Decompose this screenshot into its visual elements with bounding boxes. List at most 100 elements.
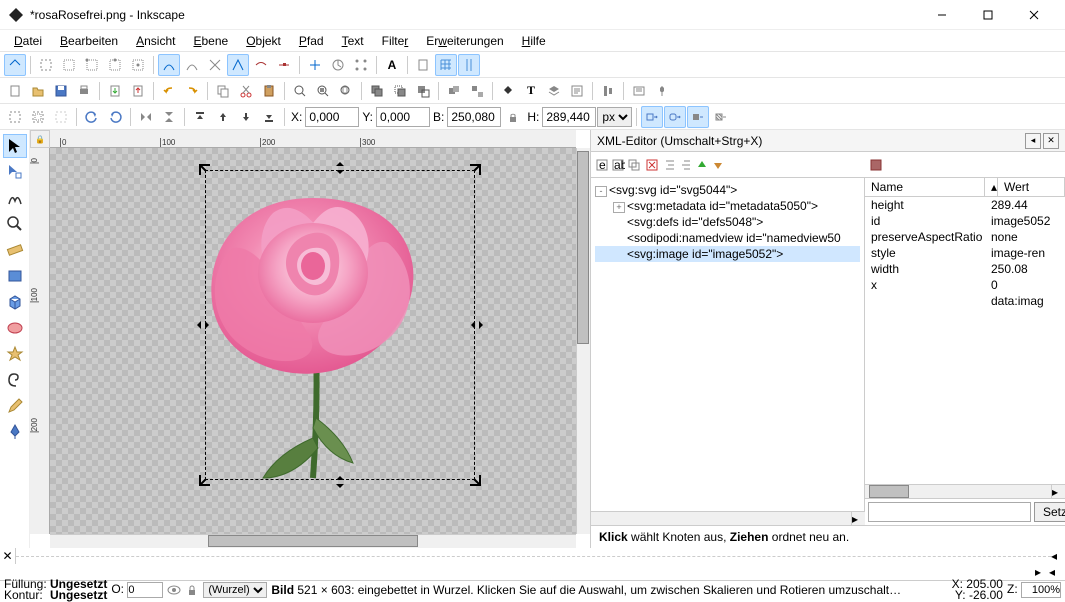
stroke-value[interactable]: Ungesetzt (50, 588, 107, 602)
layers-button[interactable] (543, 80, 565, 102)
ruler-vertical[interactable]: 0 100 200 (30, 148, 50, 534)
snap-guide-button[interactable] (458, 54, 480, 76)
duplicate-button[interactable] (366, 80, 388, 102)
menu-hilfe[interactable]: Hilfe (514, 32, 554, 50)
x-input[interactable] (305, 107, 359, 127)
raise-top-button[interactable] (189, 106, 211, 128)
menu-ansicht[interactable]: Ansicht (128, 32, 183, 50)
xml-attr-row[interactable]: width250.08 (865, 261, 1065, 277)
xml-new-text-button[interactable]: ab (611, 158, 625, 172)
scale-handle-sw[interactable] (198, 473, 212, 487)
snap-intersect-button[interactable] (204, 54, 226, 76)
doc-prefs-button[interactable] (651, 80, 673, 102)
selection-box[interactable] (205, 170, 475, 480)
canvas-scrollbar-v[interactable] (576, 148, 590, 534)
import-button[interactable] (104, 80, 126, 102)
ruler-corner[interactable]: 🔒 (30, 130, 50, 148)
snap-path-button[interactable] (181, 54, 203, 76)
snap-bbox-mid-button[interactable] (104, 54, 126, 76)
snap-smooth-button[interactable] (250, 54, 272, 76)
panel-minimize-button[interactable]: ◂ (1025, 133, 1041, 149)
h-input[interactable] (542, 107, 596, 127)
rotate-ccw-button[interactable] (81, 106, 103, 128)
xml-node[interactable]: <sodipodi:namedview id="namedview50 (595, 230, 860, 246)
scale-handle-e[interactable] (470, 318, 484, 332)
y-input[interactable] (376, 107, 430, 127)
palette-scroll-left[interactable]: ◂ (1051, 549, 1065, 563)
zoom-fit-button[interactable] (289, 80, 311, 102)
snap-grid-button[interactable] (435, 54, 457, 76)
layer-select[interactable]: (Wurzel) (203, 582, 267, 598)
transform-stroke-button[interactable] (641, 106, 663, 128)
text-dialog-button[interactable]: T (520, 80, 542, 102)
raise-button[interactable] (212, 106, 234, 128)
ruler-horizontal[interactable]: 0 100 200 300 (50, 130, 576, 148)
xml-attr-row[interactable]: preserveAspectRationone (865, 229, 1065, 245)
xml-node[interactable]: +<svg:metadata id="metadata5050"> (595, 198, 860, 214)
xml-attr-list[interactable]: height289.44idimage5052preserveAspectRat… (865, 197, 1065, 484)
redo-button[interactable] (181, 80, 203, 102)
copy-button[interactable] (212, 80, 234, 102)
close-button[interactable] (1011, 1, 1057, 29)
snap-center-button[interactable] (304, 54, 326, 76)
rect-tool[interactable] (3, 264, 27, 288)
xml-unindent-button[interactable] (679, 158, 693, 172)
attr-header-name[interactable]: Name (865, 178, 985, 196)
menu-bearbeiten[interactable]: Bearbeiten (52, 32, 126, 50)
palette-menu-button[interactable]: ◂ (1049, 565, 1063, 579)
3dbox-tool[interactable] (3, 290, 27, 314)
snap-bbox-corner-button[interactable] (81, 54, 103, 76)
transform-corners-button[interactable] (664, 106, 686, 128)
snap-bbox-center-button[interactable] (127, 54, 149, 76)
menu-objekt[interactable]: Objekt (238, 32, 289, 50)
snap-text-baseline-button[interactable]: A (381, 54, 403, 76)
menu-ebene[interactable]: Ebene (185, 32, 236, 50)
xml-attr-row[interactable]: x0 (865, 277, 1065, 293)
scale-handle-se[interactable] (468, 473, 482, 487)
scale-handle-n[interactable] (333, 161, 347, 175)
xml-attr-row[interactable]: idimage5052 (865, 213, 1065, 229)
xml-node[interactable]: <svg:defs id="defs5048"> (595, 214, 860, 230)
zoom-drawing-button[interactable] (312, 80, 334, 102)
menu-filter[interactable]: Filter (374, 32, 417, 50)
panel-close-button[interactable]: ✕ (1043, 133, 1059, 149)
zoom-input[interactable] (1021, 582, 1061, 598)
menu-pfad[interactable]: Pfad (291, 32, 332, 50)
cut-button[interactable] (235, 80, 257, 102)
pencil-tool[interactable] (3, 394, 27, 418)
attr-header-value[interactable]: Wert (998, 178, 1065, 196)
open-button[interactable] (27, 80, 49, 102)
paste-button[interactable] (258, 80, 280, 102)
unit-select[interactable]: px (597, 107, 632, 127)
fill-stroke-button[interactable] (497, 80, 519, 102)
zoom-page-button[interactable] (335, 80, 357, 102)
xml-editor-button[interactable] (566, 80, 588, 102)
tweak-tool[interactable] (3, 186, 27, 210)
snap-midpoint-button[interactable] (273, 54, 295, 76)
xml-node[interactable]: -<svg:svg id="svg5044"> (595, 182, 860, 198)
opacity-input[interactable] (127, 582, 163, 598)
maximize-button[interactable] (965, 1, 1011, 29)
scale-handle-nw[interactable] (198, 163, 212, 177)
xml-attr-row[interactable]: styleimage-ren (865, 245, 1065, 261)
spiral-tool[interactable] (3, 368, 27, 392)
snap-bbox-button[interactable] (35, 54, 57, 76)
xml-indent-button[interactable] (663, 158, 677, 172)
scale-handle-s[interactable] (333, 475, 347, 489)
prefs-button[interactable] (628, 80, 650, 102)
select-all-button[interactable] (4, 106, 26, 128)
xml-new-element-button[interactable]: e (595, 158, 609, 172)
print-button[interactable] (73, 80, 95, 102)
star-tool[interactable] (3, 342, 27, 366)
layer-visible-button[interactable] (167, 583, 181, 597)
new-button[interactable] (4, 80, 26, 102)
w-input[interactable] (447, 107, 501, 127)
snap-cusp-button[interactable] (227, 54, 249, 76)
ellipse-tool[interactable] (3, 316, 27, 340)
pen-tool[interactable] (3, 420, 27, 444)
deselect-button[interactable] (50, 106, 72, 128)
node-tool[interactable] (3, 160, 27, 184)
scale-handle-ne[interactable] (468, 163, 482, 177)
xml-attr-value-input[interactable] (868, 502, 1031, 522)
lower-bottom-button[interactable] (258, 106, 280, 128)
